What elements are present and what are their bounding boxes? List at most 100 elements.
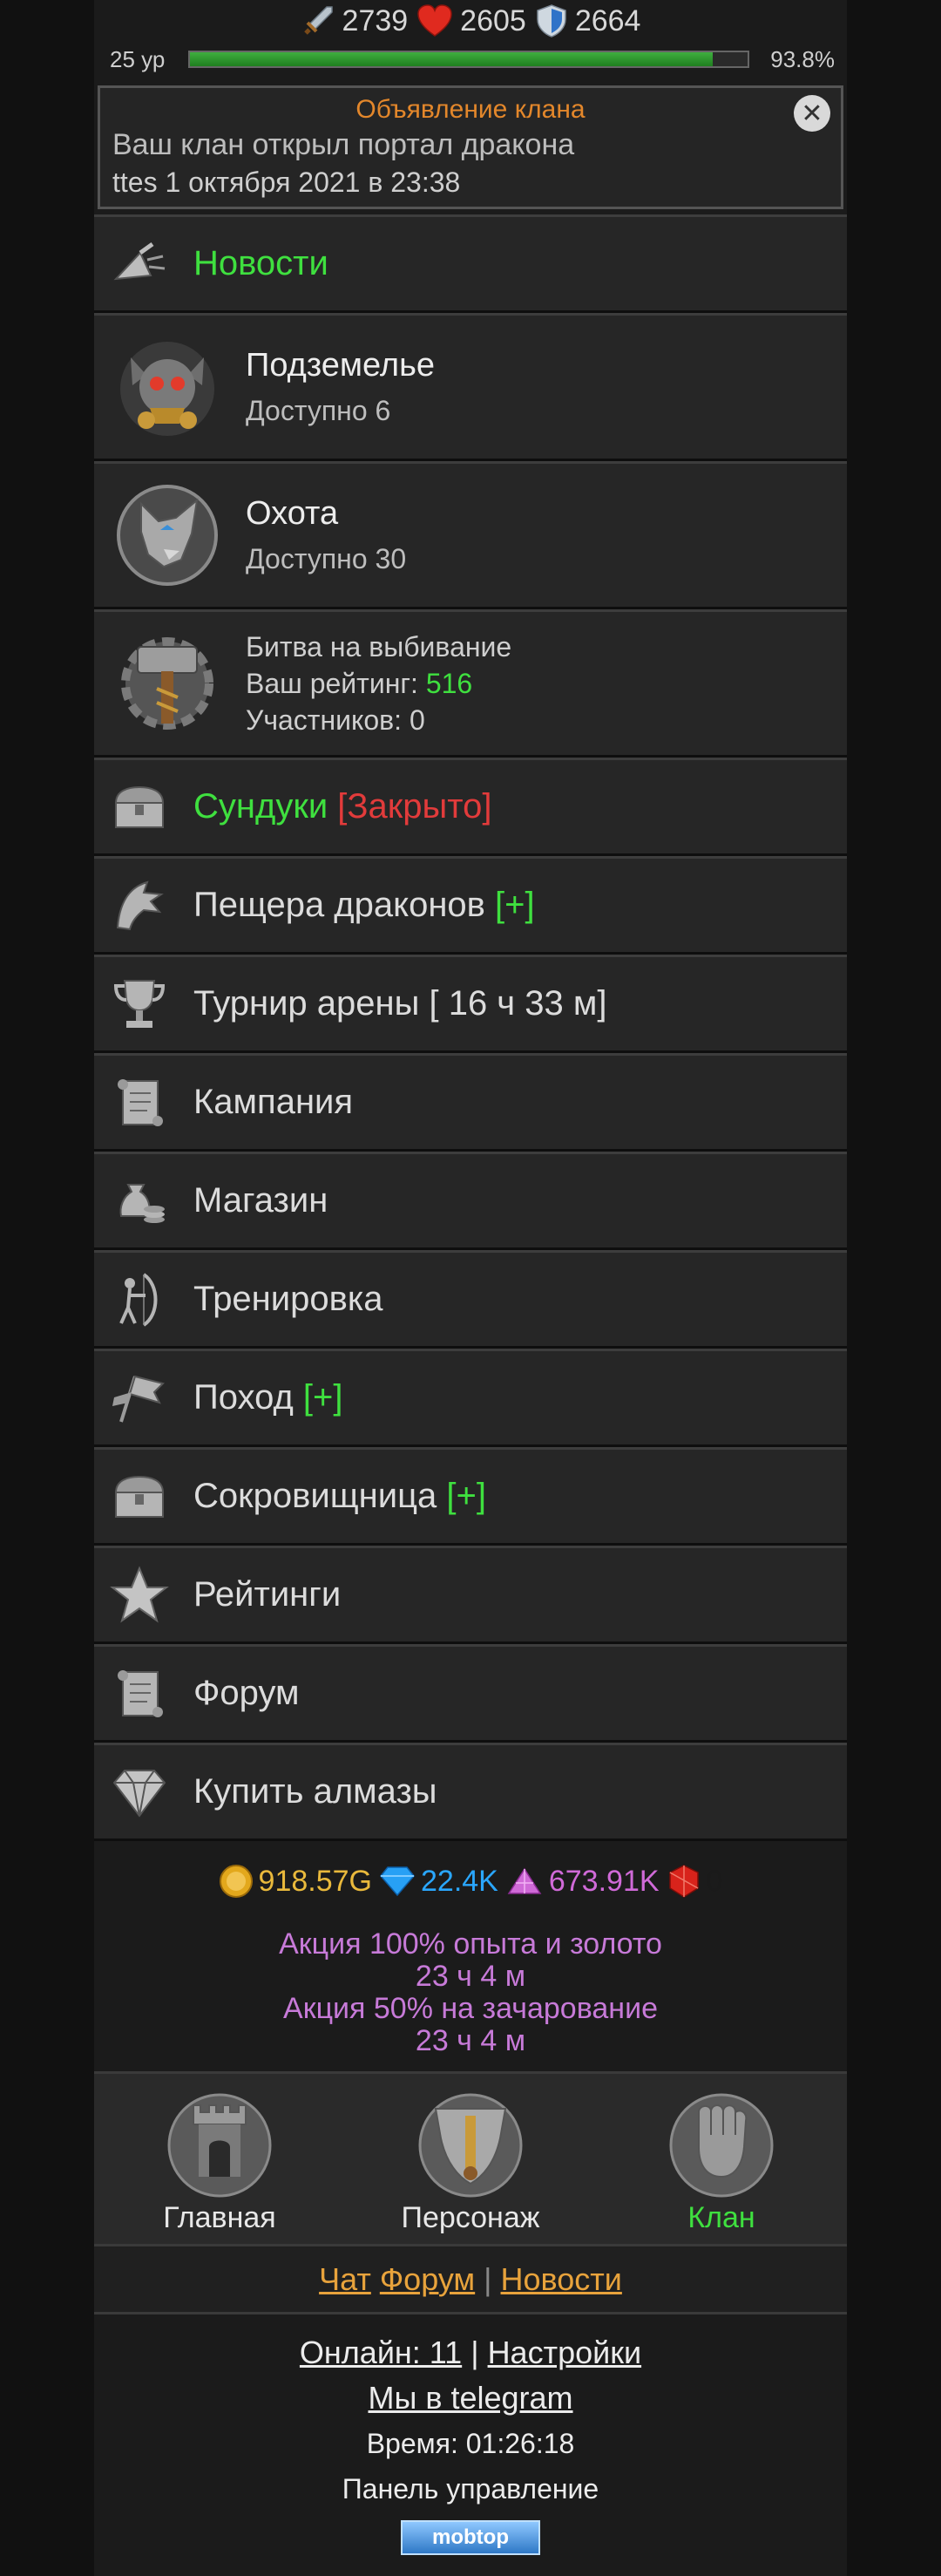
- hunt-available: Доступно 30: [246, 543, 407, 574]
- menu-item-ratings[interactable]: Рейтинги: [94, 1546, 847, 1644]
- march-label: Поход: [193, 1378, 303, 1417]
- chests-status: [Закрыто]: [337, 787, 492, 826]
- trophy-icon: [106, 971, 173, 1037]
- footer: Онлайн: 11 | Настройки Мы в telegram Вре…: [94, 2314, 847, 2555]
- health-stat: 2605: [416, 3, 526, 38]
- defense-stat: 2664: [535, 3, 640, 38]
- nav-home-button[interactable]: Главная: [115, 2086, 324, 2235]
- red-gem-icon: [668, 1865, 699, 1898]
- experience-row: 25 ур 93.8%: [94, 42, 847, 77]
- diamond-icon: [106, 1759, 173, 1825]
- menu-item-news[interactable]: Новости: [94, 214, 847, 313]
- menu-item-chests[interactable]: Сундуки [Закрыто]: [94, 758, 847, 856]
- castle-icon: [167, 2093, 272, 2198]
- battle-rating-label: Ваш рейтинг:: [246, 668, 426, 699]
- announcement-title: Объявление клана: [355, 95, 586, 124]
- shield-icon: [537, 4, 566, 37]
- sword-icon: [303, 6, 333, 35]
- megaphone-icon: [106, 231, 173, 297]
- archer-icon: [106, 1267, 173, 1333]
- menu-item-dungeon[interactable]: Подземелье Доступно 6: [94, 313, 847, 461]
- menu-march-label: Поход [+]: [193, 1378, 343, 1417]
- menu-ratings-label: Рейтинги: [193, 1575, 342, 1614]
- cave-badge: [+]: [495, 886, 535, 924]
- gold-coin-icon: [219, 1865, 253, 1898]
- nav-character-label: Персонаж: [401, 2201, 540, 2234]
- chest-icon: [106, 774, 173, 840]
- menu-item-campaign[interactable]: Кампания: [94, 1053, 847, 1152]
- close-announcement-button[interactable]: ✕: [794, 95, 830, 132]
- promo-xp-gold: Акция 100% опыта и золото: [279, 1927, 662, 1961]
- online-link[interactable]: Онлайн: 11: [300, 2335, 462, 2370]
- menu-item-dragon-cave[interactable]: Пещера драконов [+]: [94, 856, 847, 955]
- experience-percent: 93.8%: [770, 45, 835, 72]
- chat-link[interactable]: Чат: [319, 2261, 371, 2298]
- menu-cave-label: Пещера драконов [+]: [193, 886, 535, 925]
- health-value: 2605: [460, 3, 526, 37]
- dungeon-skull-icon: [120, 342, 214, 436]
- currency-bar: 918.57G 22.4K 673.91K 0: [94, 1846, 847, 1916]
- player-level: 25 ур: [110, 45, 166, 72]
- menu-item-knockout-battle[interactable]: Битва на выбивание Ваш рейтинг: 516 Учас…: [94, 609, 847, 758]
- gold-currency: 918.57G: [219, 1864, 372, 1899]
- menu-item-training[interactable]: Тренировка: [94, 1250, 847, 1349]
- promo-enchant-timer: 23 ч 4 м: [415, 2024, 526, 2057]
- announcement-author: ttes 1 октября 2021 в 23:38: [112, 167, 461, 198]
- telegram-link[interactable]: Мы в telegram: [368, 2380, 572, 2416]
- gold-value: 918.57G: [258, 1864, 372, 1898]
- menu-shop-label: Магазин: [193, 1181, 328, 1220]
- pink-crystal-icon: [507, 1867, 542, 1894]
- attack-stat: 2739: [301, 3, 409, 38]
- menu-item-arena-tournament[interactable]: Турнир арены [ 16 ч 33 м]: [94, 955, 847, 1053]
- menu-news-label: Новости: [193, 244, 328, 282]
- game-app: 2739 2605 2664 25 ур 93.8% Объявление кл…: [94, 0, 847, 2576]
- character-sword-shield-icon: [418, 2093, 523, 2198]
- menu-training-label: Тренировка: [193, 1280, 383, 1318]
- nav-home-label: Главная: [163, 2201, 276, 2234]
- menu-item-forum[interactable]: Форум: [94, 1644, 847, 1743]
- promotions: Акция 100% опыта и золото 23 ч 4 м Акция…: [94, 1916, 847, 2074]
- menu-buy-label: Купить алмазы: [193, 1772, 437, 1811]
- battle-rating: Ваш рейтинг: 516: [246, 665, 511, 702]
- menu-treasury-label: Сокровищница [+]: [193, 1477, 486, 1516]
- menu-campaign-label: Кампания: [193, 1083, 354, 1121]
- chests-label: Сундуки: [193, 787, 338, 826]
- nav-character-button[interactable]: Персонаж: [366, 2086, 575, 2235]
- settings-link[interactable]: Настройки: [488, 2335, 642, 2370]
- crystals-value: 673.91K: [548, 1864, 660, 1898]
- dungeon-info: Подземелье Доступно 6: [246, 347, 435, 427]
- battle-rating-value: 516: [425, 668, 473, 699]
- menu-chests-label: Сундуки [Закрыто]: [193, 787, 492, 826]
- hunt-info: Охота Доступно 30: [246, 495, 406, 575]
- footer-separator: |: [470, 2335, 488, 2370]
- clan-announcement: Объявление клана Ваш клан открыл портал …: [98, 85, 843, 209]
- ruby-currency: 0: [667, 1864, 723, 1899]
- menu-item-buy-diamonds[interactable]: Купить алмазы: [94, 1743, 847, 1841]
- menu-item-march[interactable]: Поход [+]: [94, 1349, 847, 1447]
- rubies-value: 0: [706, 1864, 723, 1898]
- battle-participants: Участников: 0: [246, 704, 425, 736]
- crystal-currency: 673.91K: [505, 1865, 660, 1899]
- treasury-label: Сокровищница: [193, 1477, 447, 1515]
- nav-clan-label: Клан: [687, 2201, 755, 2234]
- news-link[interactable]: Новости: [501, 2261, 622, 2298]
- mobtop-badge[interactable]: mobtop: [401, 2520, 540, 2555]
- menu-item-treasury[interactable]: Сокровищница [+]: [94, 1447, 847, 1546]
- quick-links: Чат Форум | Новости: [94, 2246, 847, 2314]
- diamonds-value: 22.4K: [421, 1864, 498, 1898]
- forum-link[interactable]: Форум: [380, 2261, 475, 2298]
- announcement-text: Ваш клан открыл портал дракона: [112, 128, 575, 161]
- march-badge: [+]: [302, 1378, 343, 1417]
- fist-icon: [669, 2093, 774, 2198]
- menu-item-shop[interactable]: Магазин: [94, 1152, 847, 1250]
- hammer-icon: [121, 637, 213, 730]
- menu-item-hunt[interactable]: Охота Доступно 30: [94, 461, 847, 609]
- nav-clan-button[interactable]: Клан: [617, 2086, 826, 2235]
- dungeon-title: Подземелье: [246, 347, 436, 384]
- flag-icon: [106, 1365, 173, 1431]
- link-separator: |: [484, 2260, 492, 2297]
- battle-info: Битва на выбивание Ваш рейтинг: 516 Учас…: [246, 629, 511, 738]
- bottom-navigation: Главная Персонаж Клан: [94, 2074, 847, 2246]
- dragon-icon: [106, 873, 173, 939]
- attack-value: 2739: [342, 3, 409, 37]
